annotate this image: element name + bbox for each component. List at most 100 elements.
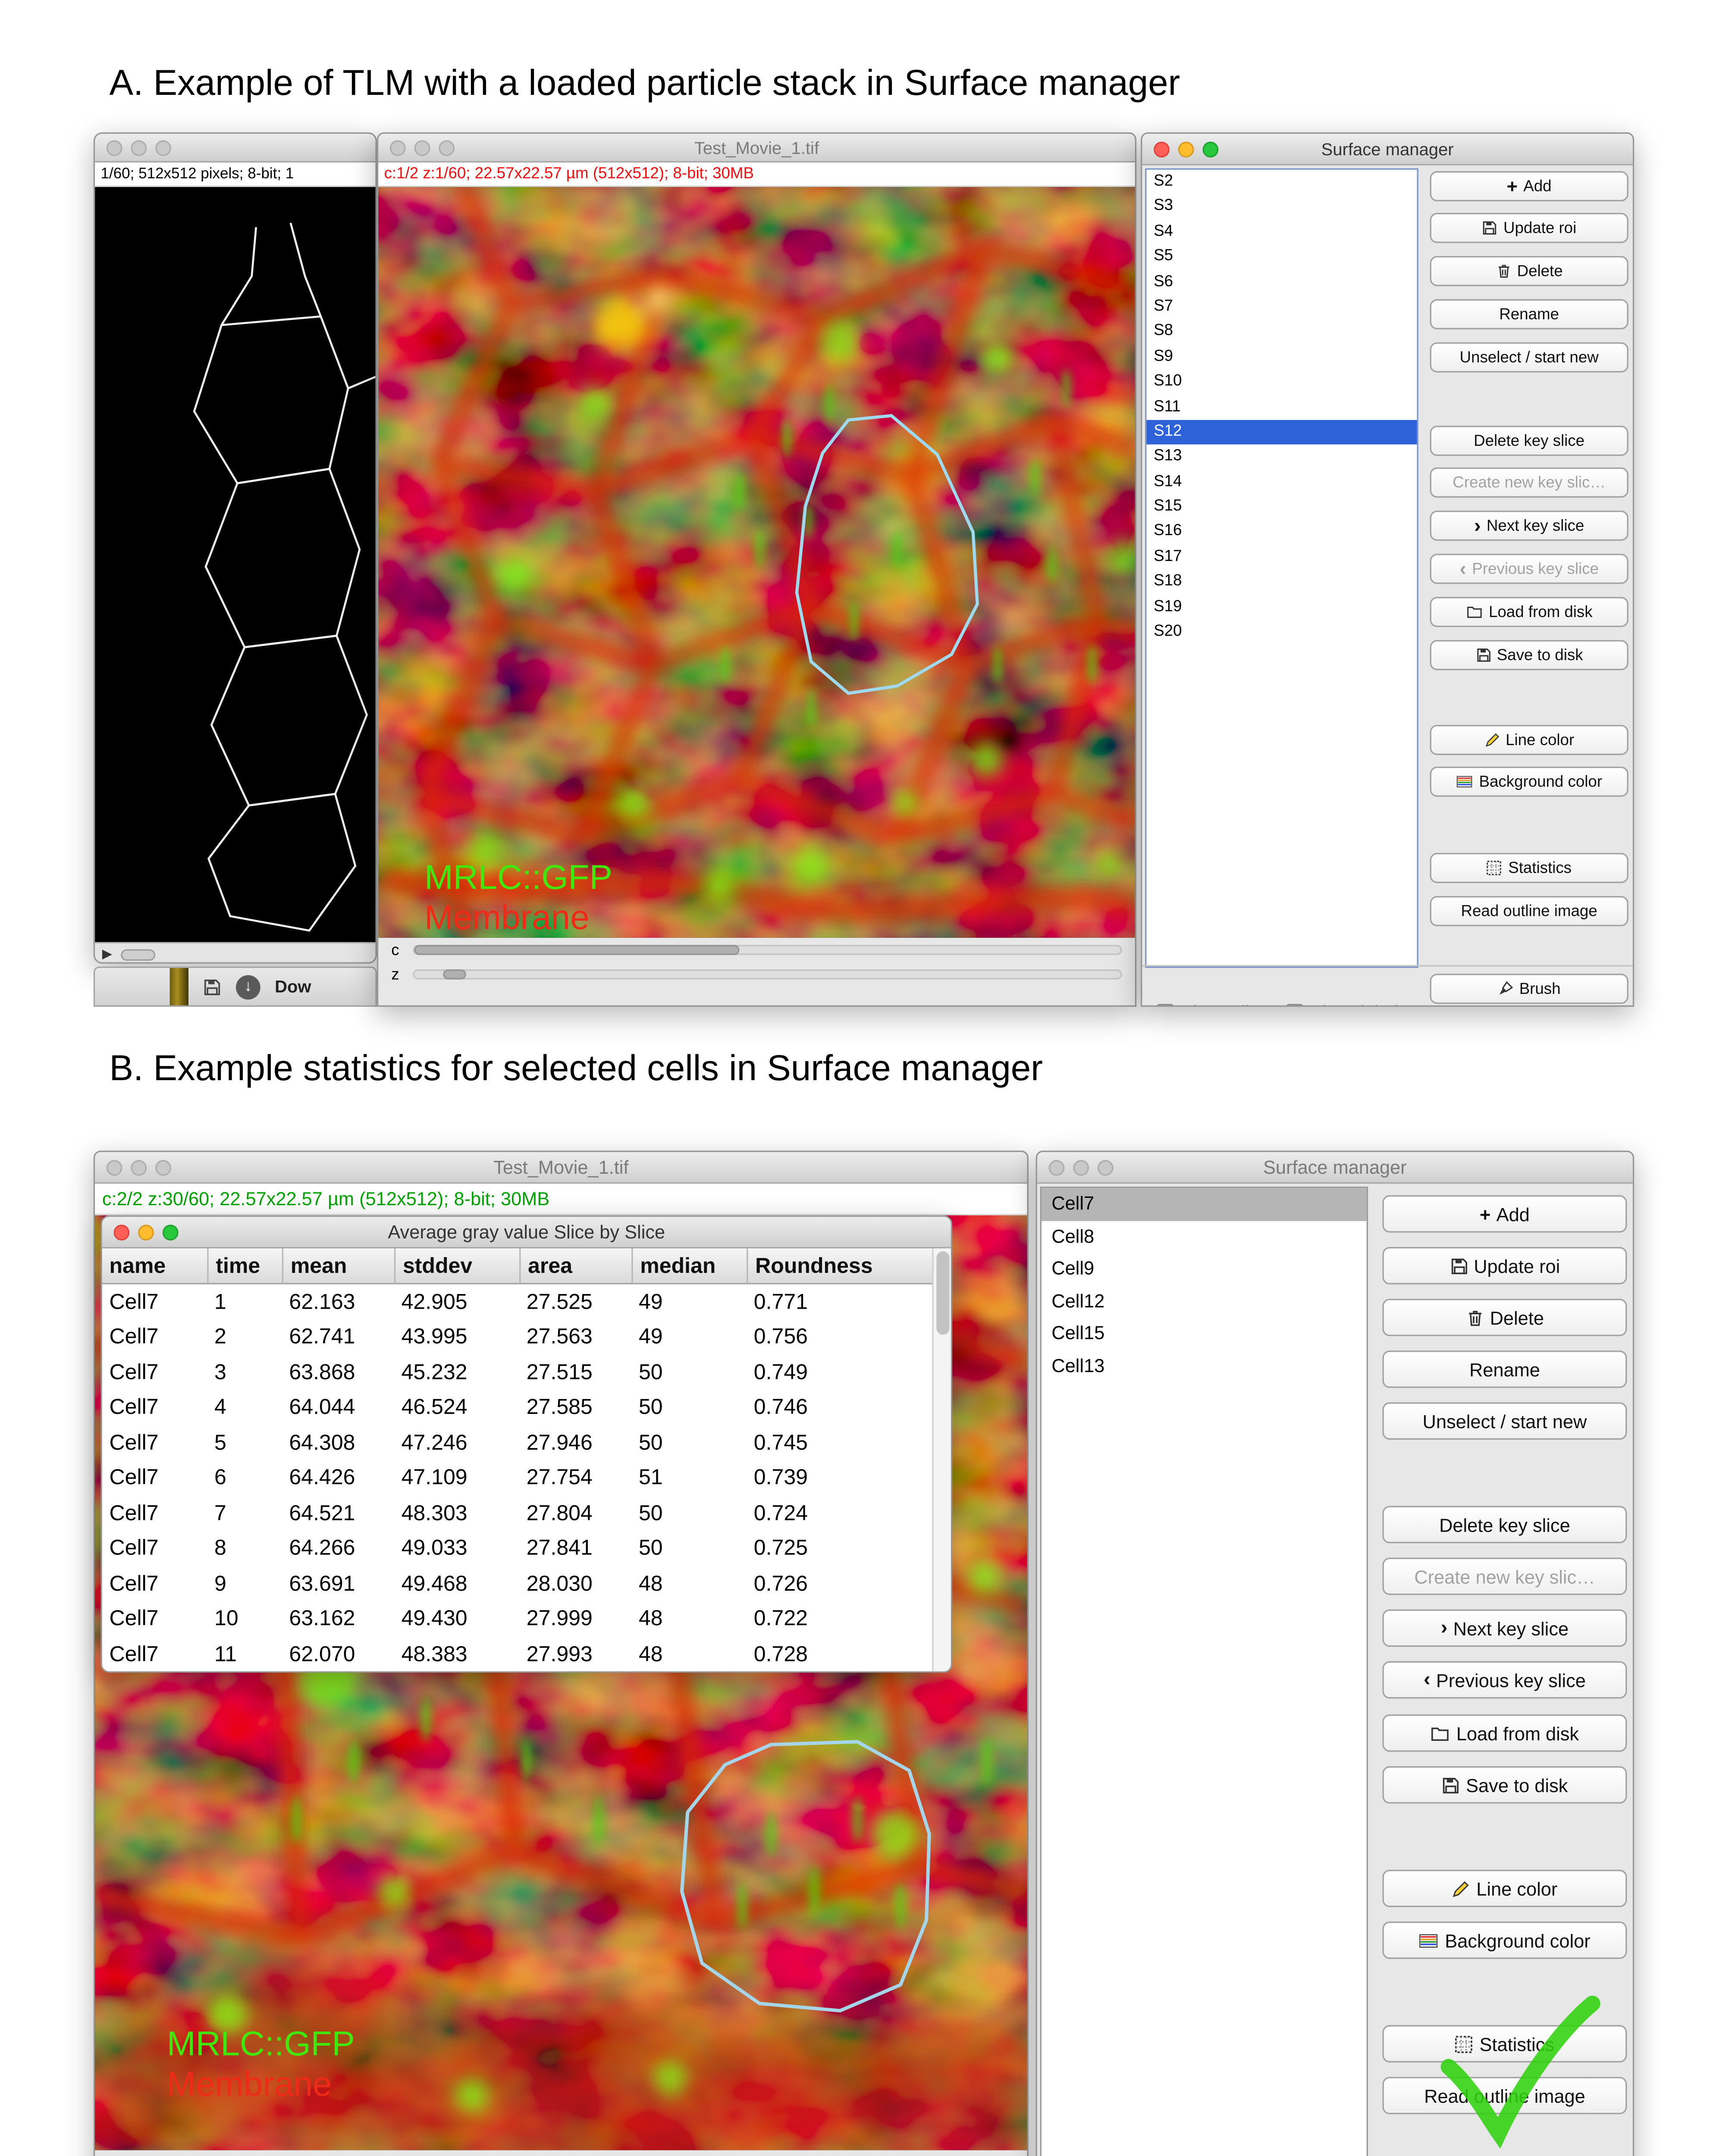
brush-button[interactable]: Brush <box>1430 974 1628 1004</box>
save-to-disk-button[interactable]: Save to disk <box>1382 1766 1627 1804</box>
cell-list-item[interactable]: Cell7 <box>1042 1188 1367 1220</box>
slice-list-item[interactable]: S20 <box>1146 620 1417 645</box>
stats-header-cell[interactable]: name <box>102 1248 207 1283</box>
zoom-button[interactable] <box>439 140 455 156</box>
stats-row[interactable]: Cell7 10 63.162 49.430 27.999 48 0.722 <box>102 1601 951 1637</box>
delete-key-slice-button[interactable]: Delete key slice <box>1382 1506 1627 1543</box>
cell-list-item[interactable]: Cell13 <box>1042 1351 1367 1383</box>
z-slider-thumb[interactable] <box>442 969 465 979</box>
load-from-disk-button[interactable]: Load from disk <box>1430 597 1628 627</box>
slice-list-item[interactable]: S14 <box>1146 470 1417 495</box>
minimize-button[interactable] <box>1073 1159 1089 1175</box>
delete-button[interactable]: Delete <box>1382 1299 1627 1336</box>
previous-key-slice-button[interactable]: ‹ Previous key slice <box>1382 1661 1627 1699</box>
create-new-key-slice-button[interactable]: Create new key slic… <box>1382 1557 1627 1595</box>
stats-scrollbar-thumb[interactable] <box>936 1251 949 1335</box>
slice-list-item[interactable]: S15 <box>1146 495 1417 520</box>
cell-list[interactable]: Cell7Cell8Cell9Cell12Cell15Cell13 <box>1040 1187 1368 2156</box>
z-slider[interactable] <box>413 969 1122 979</box>
c-slider[interactable] <box>413 945 1122 955</box>
zoom-button[interactable] <box>1098 1159 1114 1175</box>
play-icon[interactable]: ▶ <box>102 946 112 962</box>
slice-list-item[interactable]: S16 <box>1146 520 1417 545</box>
load-from-disk-button[interactable]: Load from disk <box>1382 1714 1627 1752</box>
previous-key-slice-button[interactable]: ‹ Previous key slice <box>1430 554 1628 584</box>
surface-manager-b-titlebar[interactable]: Surface manager <box>1037 1152 1633 1184</box>
slice-list-item[interactable]: S6 <box>1146 270 1417 295</box>
slice-list-item[interactable]: S5 <box>1146 245 1417 270</box>
stats-row[interactable]: Cell7 11 62.070 48.383 27.993 48 0.728 <box>102 1637 951 1671</box>
stats-row[interactable]: Cell7 9 63.691 49.468 28.030 48 0.726 <box>102 1566 951 1601</box>
slice-list-item[interactable]: S9 <box>1146 345 1417 370</box>
cell-list-item[interactable]: Cell12 <box>1042 1285 1367 1318</box>
close-button[interactable] <box>107 1159 122 1175</box>
add-button[interactable]: + Add <box>1382 1195 1627 1233</box>
slice-list-item[interactable]: S11 <box>1146 395 1417 420</box>
update-roi-button[interactable]: Update roi <box>1430 213 1628 243</box>
download-label[interactable]: Dow <box>275 977 311 997</box>
delete-button[interactable]: Delete <box>1430 256 1628 286</box>
slice-list-item[interactable]: S4 <box>1146 220 1417 245</box>
read-outline-image-button[interactable]: Read outline image <box>1430 896 1628 926</box>
minimize-button[interactable] <box>131 140 147 156</box>
unselect-start-new-button[interactable]: Unselect / start new <box>1430 342 1628 373</box>
rename-button[interactable]: Rename <box>1430 299 1628 329</box>
slice-list-item[interactable]: S19 <box>1146 595 1417 620</box>
line-color-button[interactable]: Line color <box>1382 1870 1627 1907</box>
next-key-slice-button[interactable]: › Next key slice <box>1382 1609 1627 1647</box>
next-key-slice-button[interactable]: › Next key slice <box>1430 511 1628 541</box>
minimize-button[interactable] <box>131 1159 147 1175</box>
close-button[interactable] <box>390 140 406 156</box>
unselect-start-new-button[interactable]: Unselect / start new <box>1382 1402 1627 1440</box>
stats-header-cell[interactable]: stddev <box>394 1248 519 1283</box>
frame-slider-thumb[interactable] <box>121 949 155 960</box>
slice-list-item[interactable]: S13 <box>1146 445 1417 470</box>
background-color-button[interactable]: Background color <box>1430 767 1628 797</box>
stats-row[interactable]: Cell7 1 62.163 42.905 27.525 49 0.771 <box>102 1285 951 1320</box>
zoom-button[interactable] <box>1202 141 1218 157</box>
close-button[interactable] <box>114 1224 130 1240</box>
surface-manager-a-titlebar[interactable]: Surface manager <box>1142 134 1632 165</box>
stats-header-cell[interactable]: area <box>519 1248 631 1283</box>
slice-list-item[interactable]: S2 <box>1146 170 1417 195</box>
outline-window-titlebar[interactable] <box>95 134 375 163</box>
slice-list-item[interactable]: S3 <box>1146 195 1417 220</box>
update-roi-button[interactable]: Update roi <box>1382 1247 1627 1285</box>
stats-row[interactable]: Cell7 2 62.741 43.995 27.563 49 0.756 <box>102 1319 951 1355</box>
add-button[interactable]: + Add <box>1430 171 1628 201</box>
stats-row[interactable]: Cell7 7 64.521 48.303 27.804 50 0.724 <box>102 1496 951 1531</box>
movie-a-canvas[interactable]: MRLC::GFP Membrane <box>378 187 1135 938</box>
background-color-button[interactable]: Background color <box>1382 1921 1627 1959</box>
minimize-button[interactable] <box>138 1224 154 1240</box>
cell-list-item[interactable]: Cell9 <box>1042 1253 1367 1285</box>
stats-header-cell[interactable]: mean <box>282 1248 394 1283</box>
close-button[interactable] <box>1154 141 1170 157</box>
slice-list[interactable]: S2S3S4S5S6S7S8S9S10S11S12S13S14S15S16S17… <box>1145 168 1418 968</box>
stats-row[interactable]: Cell7 8 64.266 49.033 27.841 50 0.725 <box>102 1531 951 1567</box>
slice-list-item[interactable]: S12 <box>1146 420 1417 445</box>
zoom-button[interactable] <box>155 140 171 156</box>
show-labels-checkbox[interactable]: Show labels <box>1286 1003 1408 1007</box>
stats-row[interactable]: Cell7 6 64.426 47.109 27.754 51 0.739 <box>102 1460 951 1496</box>
movie-window-a-titlebar[interactable]: Test_Movie_1.tif <box>378 134 1135 163</box>
c-slider-thumb[interactable] <box>414 945 739 955</box>
minimize-button[interactable] <box>414 140 430 156</box>
rename-button[interactable]: Rename <box>1382 1351 1627 1388</box>
cell-list-item[interactable]: Cell15 <box>1042 1318 1367 1351</box>
slice-list-item[interactable]: S18 <box>1146 570 1417 595</box>
show-all-checkbox[interactable]: Show all <box>1157 1003 1249 1007</box>
create-new-key-slice-button[interactable]: Create new key slic… <box>1430 467 1628 498</box>
stats-header-cell[interactable]: Roundness <box>747 1248 951 1283</box>
download-icon[interactable]: ↓ <box>236 975 260 999</box>
movie-window-b-titlebar[interactable]: Test_Movie_1.tif <box>95 1152 1027 1184</box>
stats-row[interactable]: Cell7 4 64.044 46.524 27.585 50 0.746 <box>102 1390 951 1426</box>
stats-row[interactable]: Cell7 5 64.308 47.246 27.946 50 0.745 <box>102 1425 951 1460</box>
line-color-button[interactable]: Line color <box>1430 725 1628 755</box>
outline-canvas[interactable] <box>95 187 375 942</box>
minimize-button[interactable] <box>1178 141 1194 157</box>
stats-row[interactable]: Cell7 3 63.868 45.232 27.515 50 0.749 <box>102 1355 951 1390</box>
stats-window-titlebar[interactable]: Average gray value Slice by Slice <box>102 1217 951 1248</box>
cell-list-item[interactable]: Cell8 <box>1042 1220 1367 1253</box>
stats-header-cell[interactable]: median <box>631 1248 747 1283</box>
zoom-button[interactable] <box>155 1159 171 1175</box>
